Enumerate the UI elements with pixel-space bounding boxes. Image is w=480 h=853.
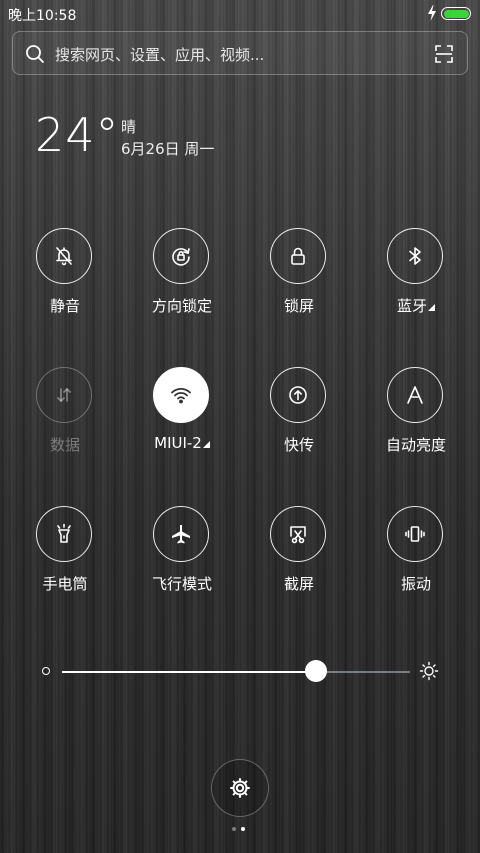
toggle-label: MIUI-2 — [132, 434, 232, 452]
vibrate-icon — [405, 526, 425, 542]
data-arrows-icon — [57, 388, 71, 402]
submenu-indicator-icon — [202, 441, 210, 448]
page-indicator — [232, 827, 252, 833]
toggle-rotation-lock[interactable]: 方向锁定 — [132, 228, 232, 328]
toggle-bluetooth[interactable]: 蓝牙 — [366, 228, 466, 328]
status-bar: 晚上10:58 — [0, 0, 480, 28]
toggle-label: 飞行模式 — [151, 575, 212, 593]
brightness-slider-fill — [62, 671, 317, 673]
toggle-screenshot[interactable]: 截屏 — [249, 506, 349, 606]
toggle-circle[interactable] — [270, 367, 326, 423]
toggle-circle[interactable] — [153, 367, 209, 423]
toggle-wifi[interactable]: MIUI-2 — [132, 367, 232, 467]
toggle-circle[interactable] — [36, 228, 92, 284]
toggle-flashlight[interactable]: 手电筒 — [15, 506, 115, 606]
charging-bolt-icon — [428, 5, 436, 21]
search-input[interactable]: 搜索网页、设置、应用、视频... — [55, 44, 264, 65]
search-icon — [26, 45, 44, 63]
weather-condition: 晴 — [121, 118, 137, 136]
toggle-mute[interactable]: 静音 — [15, 228, 115, 328]
toggle-label: 截屏 — [283, 575, 314, 593]
brightness-high-icon — [419, 661, 439, 681]
toggle-auto-brightness[interactable]: 自动亮度 — [366, 367, 466, 467]
toggle-circle[interactable] — [153, 506, 209, 562]
toggle-label: 手电筒 — [42, 575, 88, 593]
toggle-quick-share[interactable]: 快传 — [249, 367, 349, 467]
toggle-circle[interactable] — [387, 228, 443, 284]
settings-button[interactable] — [211, 759, 269, 817]
toggle-circle[interactable] — [36, 367, 92, 423]
toggle-mobile-data[interactable]: 数据 — [15, 367, 115, 467]
wifi-icon — [171, 388, 191, 404]
toggle-circle[interactable] — [387, 506, 443, 562]
toggle-circle[interactable] — [153, 228, 209, 284]
page-dot — [241, 827, 245, 831]
toggle-label: 自动亮度 — [385, 436, 446, 454]
page-dot — [232, 827, 236, 831]
toggle-circle[interactable] — [270, 228, 326, 284]
toggle-label: 静音 — [49, 297, 80, 315]
battery-icon — [441, 7, 471, 20]
toggle-circle[interactable] — [387, 367, 443, 423]
battery-level — [443, 9, 469, 18]
brightness-slider-thumb[interactable] — [305, 660, 328, 682]
bluetooth-icon — [409, 247, 421, 265]
toggle-label: 振动 — [400, 575, 431, 593]
toggle-circle[interactable] — [36, 506, 92, 562]
brightness-slider-track[interactable] — [62, 671, 410, 673]
brightness-low-icon — [42, 667, 50, 675]
bell-off-icon — [56, 247, 72, 266]
search-bar[interactable]: 搜索网页、设置、应用、视频... — [12, 31, 468, 75]
weather-temperature: 24° — [35, 108, 120, 162]
flashlight-icon — [57, 523, 71, 543]
share-upload-icon — [289, 386, 307, 404]
status-time: 晚上10:58 — [8, 8, 77, 24]
weather-date: 6月26日 周一 — [121, 140, 215, 158]
toggle-label: 方向锁定 — [151, 297, 212, 315]
screenshot-icon — [290, 526, 306, 544]
submenu-indicator-icon — [428, 304, 435, 311]
rotation-lock-icon — [172, 248, 190, 266]
toggle-vibrate[interactable]: 振动 — [366, 506, 466, 606]
toggle-lock-screen[interactable]: 锁屏 — [249, 228, 349, 328]
toggle-airplane-mode[interactable]: 飞行模式 — [132, 506, 232, 606]
airplane-icon — [172, 525, 190, 544]
toggle-label: 蓝牙 — [366, 295, 466, 316]
scan-icon[interactable] — [435, 45, 453, 63]
toggle-label: 数据 — [49, 436, 80, 454]
lock-icon — [291, 247, 305, 265]
toggle-label: 快传 — [283, 436, 314, 454]
toggle-label-text: MIUI-2 — [154, 434, 202, 452]
toggle-label: 锁屏 — [283, 297, 314, 315]
auto-brightness-icon — [407, 386, 423, 404]
gear-icon — [230, 778, 250, 798]
toggle-label-text: 蓝牙 — [396, 297, 427, 315]
toggle-circle[interactable] — [270, 506, 326, 562]
